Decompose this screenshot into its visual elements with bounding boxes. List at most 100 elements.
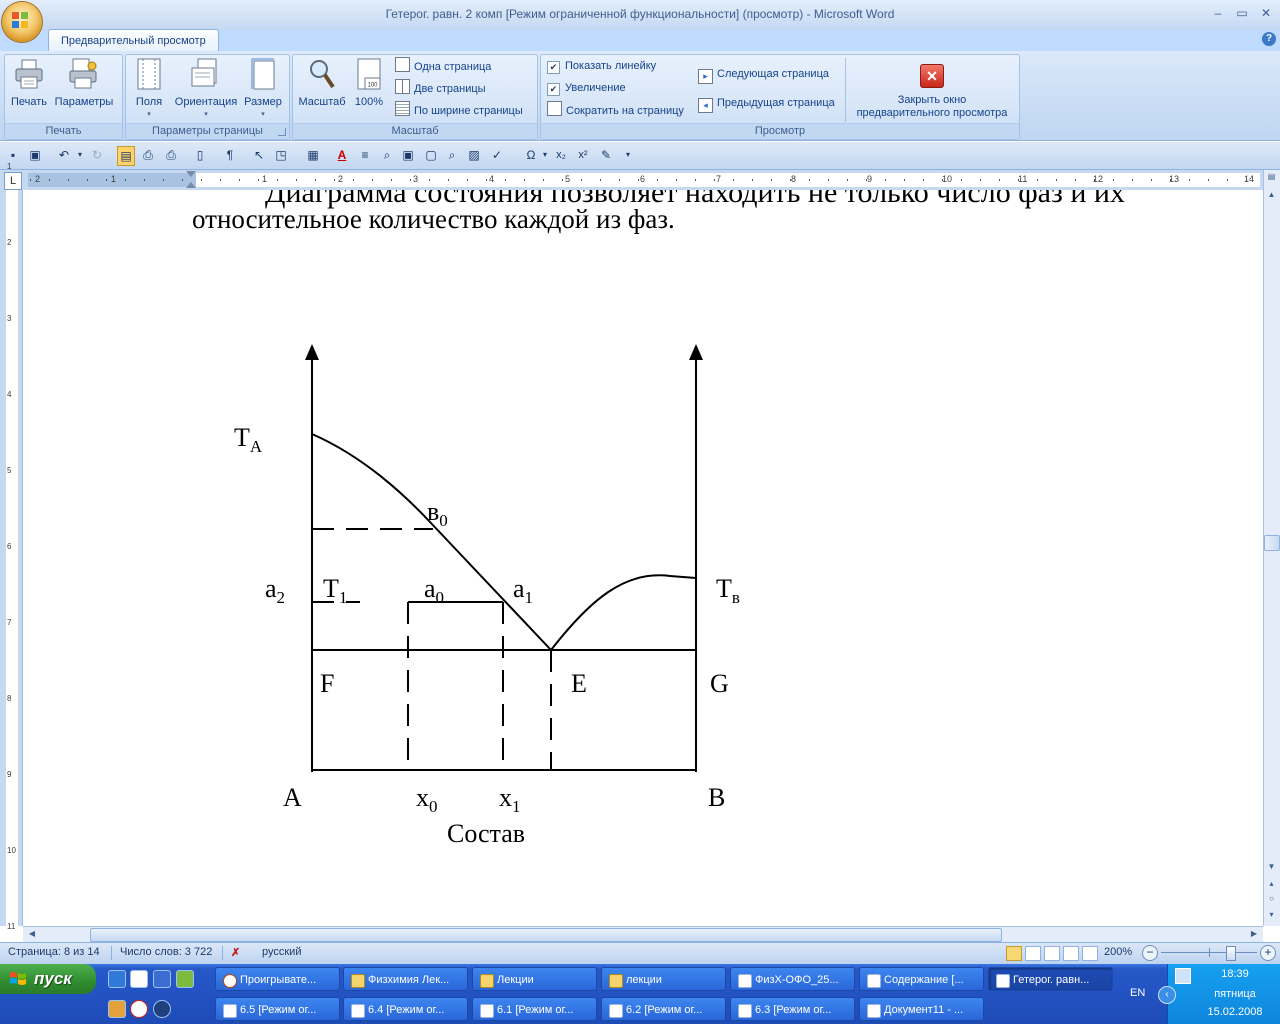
print-button[interactable]: Печать	[6, 56, 52, 126]
symbol-dropdown-icon[interactable]: ▾	[537, 146, 553, 164]
full-screen-reading-view-icon[interactable]	[1025, 946, 1041, 961]
taskbar-button[interactable]: Лекции	[472, 967, 597, 991]
table-icon[interactable]: ▦	[305, 146, 321, 164]
next-page-button[interactable]: ▸ Следующая страница	[698, 65, 829, 84]
new-page-icon[interactable]: ▯	[192, 146, 208, 164]
zoom-out-icon[interactable]: −	[1142, 945, 1158, 961]
undo-dropdown-icon[interactable]: ▾	[72, 146, 88, 164]
scroll-up-icon[interactable]: ▲	[1265, 188, 1278, 202]
taskbar-button[interactable]: 6.3 [Режим ог...	[730, 997, 855, 1021]
restore-button[interactable]: ▭	[1231, 4, 1253, 22]
save-as-icon[interactable]: ▣	[27, 146, 43, 164]
internet-explorer-icon[interactable]	[108, 970, 126, 988]
previous-page-button[interactable]: ◂ Предыдущая страница	[698, 94, 835, 113]
language-indicator[interactable]: EN	[1130, 987, 1145, 999]
print-icon[interactable]: ⎙	[163, 146, 179, 164]
print-preview-icon[interactable]: ▤	[117, 146, 135, 166]
zoom-level[interactable]: 200%	[1104, 946, 1132, 958]
browser-quicklaunch-icon[interactable]	[153, 970, 171, 988]
shapes-icon[interactable]: ◳	[273, 146, 289, 164]
format-painter-icon[interactable]: ✎	[598, 146, 614, 164]
ruler-toggle-icon[interactable]: ▤	[1265, 172, 1278, 184]
word-icon	[351, 1004, 365, 1018]
close-window-button[interactable]: ✕	[1255, 4, 1277, 22]
show-hidden-icons-icon[interactable]: ‹	[1158, 986, 1176, 1004]
orientation-button[interactable]: Ориентация ▾	[170, 56, 242, 126]
customize-toolbar-icon[interactable]: ▾	[620, 146, 636, 164]
tab-print-preview[interactable]: Предварительный просмотр	[48, 29, 219, 52]
scroll-left-icon[interactable]: ◀	[26, 928, 38, 940]
media-quicklaunch-icon[interactable]	[153, 1000, 171, 1018]
text-box-icon[interactable]: ▢	[423, 146, 439, 164]
clock-time[interactable]: 18:39	[1190, 968, 1280, 980]
word-quicklaunch-icon[interactable]	[130, 970, 148, 988]
paste-icon[interactable]: ▣	[400, 146, 416, 164]
select-icon[interactable]: ↖	[251, 146, 267, 164]
taskbar-button[interactable]: 6.4 [Режим ог...	[343, 997, 468, 1021]
two-pages-button[interactable]: Две страницы	[395, 79, 486, 97]
taskbar-button[interactable]: 6.5 [Режим ог...	[215, 997, 340, 1021]
zoom-button[interactable]: Масштаб	[296, 56, 348, 126]
subscript-icon[interactable]: x₂	[553, 146, 569, 164]
undo-icon[interactable]: ↶	[56, 146, 72, 164]
scroll-right-icon[interactable]: ▶	[1248, 928, 1260, 940]
taskbar-button[interactable]: Документ11 - ...	[859, 997, 984, 1021]
one-page-button[interactable]: Одна страница	[395, 57, 491, 75]
word-count-status[interactable]: Число слов: 3 722	[120, 946, 212, 958]
network-tray-icon[interactable]	[1175, 968, 1191, 984]
page-count-status[interactable]: Страница: 8 из 14	[8, 946, 100, 958]
taskbar-button[interactable]: Содержание [...	[859, 967, 984, 991]
zoom-in-icon[interactable]: +	[1260, 945, 1276, 961]
redo-icon[interactable]: ↻	[89, 146, 105, 164]
spelling-icon[interactable]: ✓	[489, 146, 505, 164]
zoom-icon[interactable]: ⌕	[444, 146, 460, 164]
zoom-slider-thumb[interactable]	[1226, 946, 1236, 961]
document-page[interactable]	[23, 190, 1263, 926]
find-icon[interactable]: ⌕	[379, 146, 395, 164]
taskbar-button[interactable]: 6.1 [Режим ог...	[472, 997, 597, 1021]
margins-button[interactable]: Поля ▾	[130, 56, 168, 126]
previous-page-scroll-icon[interactable]: ▴	[1265, 877, 1278, 891]
hanging-indent-marker[interactable]	[186, 182, 196, 188]
first-line-indent-marker[interactable]	[186, 171, 196, 177]
quick-print-icon[interactable]: ⎙	[140, 146, 156, 164]
taskbar-button[interactable]: ФизХ-ОФО_25...	[730, 967, 855, 991]
antivirus-quicklaunch-icon[interactable]	[130, 1000, 148, 1018]
print-options-button[interactable]: Параметры	[52, 56, 116, 126]
ruler-tick-mark	[923, 179, 924, 181]
next-page-scroll-icon[interactable]: ▾	[1265, 908, 1278, 922]
minimize-button[interactable]: –	[1207, 4, 1229, 22]
horizontal-scroll-thumb[interactable]	[90, 928, 1002, 942]
page-width-button[interactable]: По ширине страницы	[395, 101, 523, 119]
app-quicklaunch-icon[interactable]	[176, 970, 194, 988]
superscript-icon[interactable]: x²	[575, 146, 591, 164]
taskbar-button[interactable]: Физхимия Лек...	[343, 967, 468, 991]
show-ruler-checkbox[interactable]: ✔ Показать линейку	[547, 57, 656, 75]
zoom-100-button[interactable]: 100 100%	[350, 56, 388, 126]
proofing-icon[interactable]: ✗	[231, 946, 240, 959]
taskbar-button[interactable]: 6.2 [Режим ог...	[601, 997, 726, 1021]
shrink-one-page-button[interactable]: Сократить на страницу	[547, 101, 684, 119]
outline-view-icon[interactable]	[1063, 946, 1079, 961]
taskbar-button[interactable]: Гетерог. равн...	[988, 967, 1113, 991]
browse-object-icon[interactable]: ○	[1265, 893, 1278, 905]
paragraph-marks-icon[interactable]: ¶	[222, 146, 238, 164]
help-icon[interactable]: ?	[1262, 32, 1276, 46]
taskbar-button[interactable]: лекции	[601, 967, 726, 991]
justify-icon[interactable]: ≡	[357, 146, 373, 164]
web-layout-view-icon[interactable]	[1044, 946, 1060, 961]
tab-selector[interactable]: L	[4, 172, 22, 190]
taskbar-button[interactable]: Проигрывате...	[215, 967, 340, 991]
network-quicklaunch-icon[interactable]	[108, 1000, 126, 1018]
font-color-icon[interactable]: A	[334, 146, 350, 164]
picture-icon[interactable]: ▨	[466, 146, 482, 164]
size-button[interactable]: Размер ▾	[242, 56, 284, 126]
close-preview-button[interactable]: ✕ Закрыть окно предварительного просмотр…	[848, 56, 1016, 126]
magnifier-checkbox[interactable]: ✔ Увеличение	[547, 79, 626, 97]
vertical-scroll-thumb[interactable]	[1264, 535, 1280, 551]
print-layout-view-icon[interactable]	[1006, 946, 1022, 961]
draft-view-icon[interactable]	[1082, 946, 1098, 961]
scroll-down-icon[interactable]: ▼	[1265, 860, 1278, 874]
language-status[interactable]: русский	[262, 946, 301, 958]
page-setup-launcher-icon[interactable]	[278, 128, 286, 136]
